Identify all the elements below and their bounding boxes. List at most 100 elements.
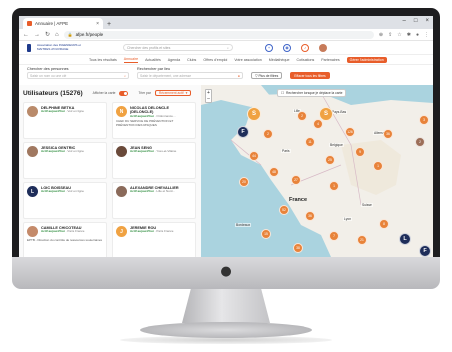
user-description: EPTB - Direction du contrôle de ressourc… <box>27 238 103 242</box>
tab-close-icon[interactable]: × <box>96 21 99 27</box>
maximize-icon[interactable]: □ <box>414 18 418 24</box>
forward-icon[interactable]: → <box>34 32 40 38</box>
map-cluster-marker[interactable]: 11 <box>305 137 315 147</box>
user-card[interactable]: DELPHINE BETKA Actif aujourd'hui · Voir e… <box>23 102 107 139</box>
nav-item[interactable]: Cotisations <box>297 58 315 62</box>
user-card-info: ALEXANDRE CHEVALLIER Actif aujourd'hui · … <box>130 186 179 194</box>
map-cluster-marker[interactable]: S <box>247 107 261 121</box>
place-search-input[interactable]: Saisir le département, une adresse ● <box>137 72 243 79</box>
reload-icon[interactable]: ↻ <box>45 31 50 38</box>
user-card[interactable]: N NICOLAS DELONCLE (DELONCLE) Actif aujour… <box>112 102 196 139</box>
map-cluster-marker[interactable]: 4 <box>313 119 323 129</box>
user-card[interactable]: L LOIC BOISSEAU Actif aujourd'hui · Voir e… <box>23 182 107 219</box>
minimize-icon[interactable]: – <box>403 18 406 24</box>
user-card[interactable]: CAMILLE CHICOTEAU Actif aujourd'hui · Par… <box>23 222 107 257</box>
map-cluster-marker[interactable]: 15 <box>261 229 271 239</box>
sort-select[interactable]: Récemment actif ▾ <box>154 90 192 96</box>
place-search-group: Rechercher par lieu Saisir le départemen… <box>137 67 243 83</box>
country-label: France <box>289 197 308 203</box>
zoom-icon[interactable]: ⊕ <box>379 32 383 38</box>
nav-item[interactable]: Offres d'emploi <box>203 58 227 62</box>
nav-item[interactable]: Annuaire <box>123 57 139 63</box>
map-cluster-marker[interactable]: 36 <box>383 129 393 139</box>
map-cluster-marker[interactable]: 25 <box>325 155 335 165</box>
clear-filters-button[interactable]: Effacer tous les filtres <box>290 72 330 79</box>
map-cluster-marker[interactable]: 48 <box>269 167 279 177</box>
map-cluster-marker[interactable]: 52 <box>279 205 289 215</box>
map-cluster-marker[interactable]: F <box>237 126 249 138</box>
nav-item[interactable]: Médiathèque <box>269 58 290 62</box>
user-card-header: J JEREMIE ROU Actif aujourd'hui · Paris Fr… <box>116 226 192 237</box>
nav-item[interactable]: Agenda <box>168 58 180 62</box>
map-cluster-marker[interactable]: 3 <box>419 115 429 125</box>
bell-icon[interactable]: ♪ <box>301 43 309 52</box>
nav-item[interactable]: Votre association <box>234 58 261 62</box>
user-card[interactable]: JEAN SENG Actif aujourd'hui · Yves-et-Vil… <box>112 142 196 179</box>
avatar <box>27 226 38 237</box>
map-toggle-label: Afficher la carte <box>92 91 116 95</box>
map-cluster-marker[interactable]: 36 <box>305 211 315 221</box>
status-badge: Actif aujourd'hui <box>130 113 154 118</box>
url-field[interactable]: 🔒 afpe.fr/people <box>63 30 374 39</box>
avatar <box>116 146 127 157</box>
map-cluster-marker[interactable]: 1 <box>329 181 339 191</box>
nav-item[interactable]: Partenaires <box>321 58 339 62</box>
map-cluster-marker[interactable]: L <box>399 233 411 245</box>
map-cluster-marker[interactable]: 126 <box>345 127 355 137</box>
user-status: Actif aujourd'hui · Voir en ligne <box>41 150 84 154</box>
new-tab-button[interactable]: + <box>107 21 111 28</box>
place-search-placeholder: Saisir le département, une adresse <box>140 73 192 78</box>
people-search-input[interactable]: Saisir un nom ou une clé ⌕ <box>27 72 129 79</box>
user-avatar[interactable] <box>319 43 327 52</box>
user-card-info: JEREMIE ROU Actif aujourd'hui · Paris Fra… <box>130 226 173 234</box>
map-panel[interactable]: + – ☐ Rechercher lorsque je déplace la c… <box>201 85 433 257</box>
site-search-input[interactable]: Chercher des profils et sites ⌕ <box>123 44 233 51</box>
map-cluster-marker[interactable]: 21 <box>357 235 367 245</box>
map-cluster-marker[interactable]: 2 <box>297 111 307 121</box>
map-cluster-marker[interactable]: S <box>319 107 333 121</box>
map-cluster-marker[interactable]: 20 <box>239 177 249 187</box>
zoom-out-button[interactable]: – <box>206 96 211 102</box>
map-cluster-marker[interactable]: 9 <box>355 147 365 157</box>
nav-item[interactable]: Gérer l'administration <box>346 56 387 63</box>
site-navigation: Tous les résultats Annuaire Actualités Agen… <box>19 55 433 65</box>
extension-icon[interactable]: ✱ <box>407 32 411 38</box>
more-filters-button[interactable]: ▽ Plus de filtres <box>251 72 283 79</box>
menu-icon[interactable]: ⋮ <box>424 32 429 38</box>
star-icon[interactable]: ☆ <box>397 32 401 38</box>
favicon-icon <box>27 21 32 26</box>
map-cluster-marker[interactable]: 2 <box>415 137 425 147</box>
user-card[interactable]: ALEXANDRE CHEVALLIER Actif aujourd'hui · … <box>112 182 196 219</box>
add-icon[interactable]: + <box>265 43 273 52</box>
site-header: Association des INGENIEURS et MAITRES d'… <box>19 41 433 55</box>
nav-item[interactable]: Tous les résultats <box>89 58 117 62</box>
user-card[interactable]: J JEREMIE ROU Actif aujourd'hui · Paris Fr… <box>112 222 196 257</box>
site-logo-icon[interactable] <box>27 43 31 52</box>
location-icon[interactable]: ◉ <box>283 43 291 52</box>
map-cluster-marker[interactable]: 27 <box>291 175 301 185</box>
search-icon: ⌕ <box>124 73 126 78</box>
map-cluster-marker[interactable]: 44 <box>249 151 259 161</box>
map-cluster-marker[interactable]: 38 <box>293 243 303 253</box>
people-search-group: Chercher des personnes Saisir un nom ou … <box>27 67 129 83</box>
map-cluster-marker[interactable]: 2 <box>263 129 273 139</box>
share-icon[interactable]: ⇪ <box>388 32 392 38</box>
map-toggle[interactable] <box>119 90 129 96</box>
map-cluster-marker[interactable]: 1 <box>373 161 383 171</box>
map-cluster-marker[interactable]: F <box>419 245 431 257</box>
city-label: Bordeaux <box>235 223 252 227</box>
map-cluster-marker[interactable]: 8 <box>379 219 389 229</box>
profile-icon[interactable]: ● <box>416 32 419 38</box>
nav-item[interactable]: Actualités <box>145 58 161 62</box>
avatar <box>27 146 38 157</box>
back-icon[interactable]: ← <box>23 32 29 38</box>
close-window-icon[interactable]: × <box>425 18 429 24</box>
browser-tab[interactable]: Annuaire | AFPE × <box>23 18 103 29</box>
country-label: Belgique <box>329 143 344 147</box>
map-cluster-marker[interactable]: 7 <box>329 231 339 241</box>
user-card[interactable]: JESSICA GENTRIC Actif aujourd'hui · Voir … <box>23 142 107 179</box>
site-logo-text[interactable]: Association des INGENIEURS et MAITRES d'… <box>37 43 81 51</box>
nav-item[interactable]: Clubs <box>187 58 196 62</box>
map-search-toggle[interactable]: ☐ Rechercher lorsque je déplace la carte <box>277 89 347 97</box>
home-icon[interactable]: ⌂ <box>55 32 59 38</box>
